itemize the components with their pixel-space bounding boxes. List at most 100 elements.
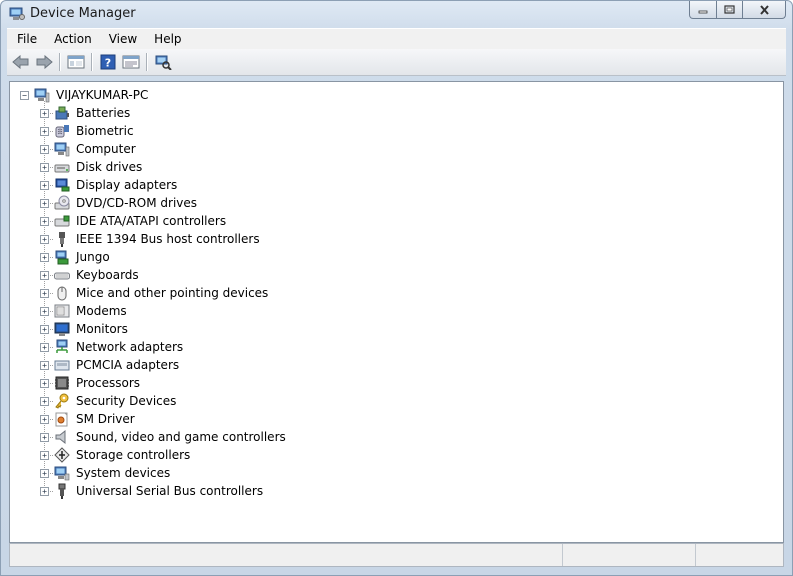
tree-item[interactable]: + Monitors [10,321,783,339]
expand-toggle[interactable]: + [40,109,49,118]
maximize-icon [724,5,735,14]
tree-item[interactable]: + DVD/CD-ROM drives [10,195,783,213]
tree-item-label: Mice and other pointing devices [76,286,269,300]
expand-toggle[interactable]: + [40,253,49,262]
tree-item-label: Storage controllers [76,448,191,462]
properties-icon [122,55,140,69]
tree-item[interactable]: + Security Devices [10,393,783,411]
console-tree-button[interactable] [66,52,86,72]
computer-icon [54,142,70,157]
expand-toggle[interactable]: + [40,199,49,208]
close-button[interactable] [743,1,786,19]
help-icon: ? [100,54,116,70]
tree-item-label: DVD/CD-ROM drives [76,196,198,210]
toolbar-separator [146,53,148,71]
expand-toggle[interactable]: + [40,217,49,226]
toolbar-separator [59,53,61,71]
tree-item[interactable]: + Storage controllers [10,447,783,465]
expand-toggle[interactable]: + [40,271,49,280]
title-bar[interactable]: Device Manager [1,1,792,27]
expand-toggle[interactable]: + [40,487,49,496]
device-tree-pane[interactable]: − VIJAYKUMAR-PC + Batteries + Biometric + Compu… [9,81,784,543]
expand-toggle[interactable]: + [40,415,49,424]
tree-item[interactable]: + Jungo [10,249,783,267]
tree-item[interactable]: + IDE ATA/ATAPI controllers [10,213,783,231]
expand-toggle[interactable]: + [40,325,49,334]
window-title: Device Manager [30,6,136,21]
menu-action[interactable]: Action [44,32,99,46]
pcmcia-icon [54,360,70,371]
jungo-icon [55,250,69,265]
menu-help[interactable]: Help [144,32,188,46]
properties-button[interactable] [121,52,141,72]
expand-toggle[interactable]: + [40,343,49,352]
tree-item[interactable]: + Disk drives [10,159,783,177]
dvd-drive-icon [54,195,70,210]
scan-hardware-button[interactable] [153,52,173,72]
tree-item-label: Computer [76,142,136,156]
back-button[interactable] [11,52,31,72]
tree-item-label: Disk drives [76,160,143,174]
collapse-toggle[interactable]: − [20,91,29,100]
system-device-icon [54,466,70,481]
status-segment-2 [563,544,696,566]
expand-toggle[interactable]: + [40,379,49,388]
menu-view[interactable]: View [99,32,144,46]
network-adapter-icon [56,339,68,353]
expand-toggle[interactable]: + [40,469,49,478]
menu-file[interactable]: File [7,32,44,46]
maximize-button[interactable] [717,1,743,19]
expand-toggle[interactable]: + [40,433,49,442]
tree-item[interactable]: + System devices [10,465,783,483]
tree-item-label: Network adapters [76,340,184,354]
tree-item-label: Sound, video and game controllers [76,430,286,444]
tree-item-label: Monitors [76,322,128,336]
tree-item-label: SM Driver [76,412,135,426]
expand-toggle[interactable]: + [40,397,49,406]
tree-item[interactable]: + Sound, video and game controllers [10,429,783,447]
expand-toggle[interactable]: + [40,181,49,190]
expand-toggle[interactable]: + [40,163,49,172]
svg-text:?: ? [105,57,111,70]
expand-toggle[interactable]: + [40,235,49,244]
minimize-button[interactable] [689,1,717,19]
tree-item[interactable]: + Display adapters [10,177,783,195]
expand-toggle[interactable]: + [40,127,49,136]
expand-toggle[interactable]: + [40,307,49,316]
keyboard-icon [54,272,70,280]
console-tree-icon [67,55,85,69]
window-controls [689,1,786,19]
tree-item[interactable]: + Modems [10,303,783,321]
tree-item[interactable]: + Batteries [10,105,783,123]
minimize-icon [698,10,708,13]
tree-item-label: IEEE 1394 Bus host controllers [76,232,260,246]
device-manager-icon [9,7,25,20]
tree-item[interactable]: + IEEE 1394 Bus host controllers [10,231,783,249]
tree-item[interactable]: + Keyboards [10,267,783,285]
tree-item[interactable]: + Universal Serial Bus controllers [10,483,783,501]
tree-item[interactable]: + Network adapters [10,339,783,357]
expand-toggle[interactable]: + [40,361,49,370]
expand-toggle[interactable]: + [40,451,49,460]
tree-root-label: VIJAYKUMAR-PC [56,88,149,102]
tree-item[interactable]: + SM Driver [10,411,783,429]
help-button[interactable]: ? [98,52,118,72]
sm-driver-icon [55,412,68,427]
tree-item[interactable]: + Biometric [10,123,783,141]
expand-toggle[interactable]: + [40,289,49,298]
status-segment-main [10,544,563,566]
tree-item-label: Security Devices [76,394,177,408]
tree-root[interactable]: − VIJAYKUMAR-PC [10,87,783,105]
expand-toggle[interactable]: + [40,145,49,154]
forward-button[interactable] [34,52,54,72]
tree-item[interactable]: + Processors [10,375,783,393]
tree-item[interactable]: + PCMCIA adapters [10,357,783,375]
status-bar [9,543,784,567]
tree-item-label: IDE ATA/ATAPI controllers [76,214,227,228]
forward-arrow-icon [36,55,53,69]
tree-item[interactable]: + Computer [10,141,783,159]
close-icon [759,4,769,15]
storage-controller-icon [54,447,70,463]
tree-item[interactable]: + Mice and other pointing devices [10,285,783,303]
scan-hardware-icon [155,55,172,70]
